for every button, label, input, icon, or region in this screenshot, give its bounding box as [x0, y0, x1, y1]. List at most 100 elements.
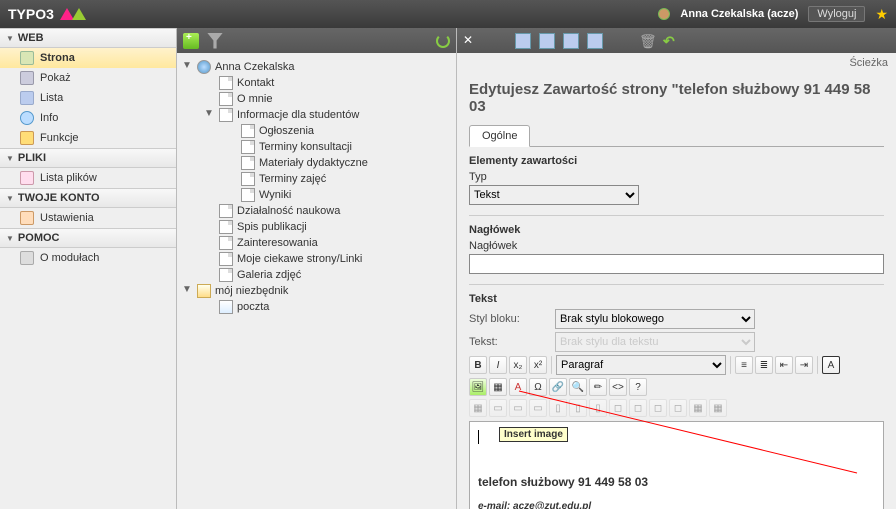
rte-subscript-button[interactable]: x₂: [509, 356, 527, 374]
list-icon: [20, 91, 34, 105]
close-button[interactable]: ✕: [463, 33, 479, 49]
tree-item[interactable]: Zainteresowania: [181, 235, 452, 251]
section-header-title: Nagłówek: [469, 224, 884, 236]
bookmark-star-icon[interactable]: ★: [875, 6, 888, 23]
delete-button[interactable]: 🗑: [639, 33, 655, 49]
rte-col-button[interactable]: ▯: [549, 399, 567, 417]
functions-icon: [20, 131, 34, 145]
rte-split-button[interactable]: ◻: [649, 399, 667, 417]
select-type[interactable]: Tekst: [469, 185, 639, 205]
tree-new-button[interactable]: [183, 33, 199, 49]
page-icon: [20, 51, 34, 65]
rte-inscol-button[interactable]: ▯: [569, 399, 587, 417]
select-textstyle[interactable]: Brak stylu dla tekstu: [555, 332, 755, 352]
tree-item-folder[interactable]: ▼mój niezbędnik: [181, 283, 452, 299]
page-icon: [219, 204, 233, 218]
rte-link-button[interactable]: 🔗: [549, 378, 567, 396]
nav-item-lista[interactable]: Lista: [0, 88, 176, 108]
rte-textbox-button[interactable]: A: [822, 356, 840, 374]
rte-cell-button[interactable]: ◻: [609, 399, 627, 417]
rte-merge-button[interactable]: ◻: [629, 399, 647, 417]
nav-label: Pokaż: [40, 72, 71, 84]
label-textstyle: Tekst:: [469, 336, 549, 348]
page-icon: [219, 92, 233, 106]
tree-filter-button[interactable]: [207, 33, 223, 49]
rte-insrow-button[interactable]: ▭: [509, 399, 527, 417]
rte-table-button[interactable]: ▦: [489, 378, 507, 396]
nav-label: Lista plików: [40, 172, 97, 184]
tree-item[interactable]: Działalność naukowa: [181, 203, 452, 219]
tree-item[interactable]: Ogłoszenia: [181, 123, 452, 139]
nav-item-ustawienia[interactable]: Ustawienia: [0, 208, 176, 228]
rte-row-button[interactable]: ▭: [489, 399, 507, 417]
tab-general[interactable]: Ogólne: [469, 125, 530, 147]
rte-bold-button[interactable]: B: [469, 356, 487, 374]
save-view-button[interactable]: [539, 33, 555, 49]
nav-section-konto[interactable]: TWOJE KONTO: [0, 188, 176, 208]
rte-fontcolor-button[interactable]: A: [509, 378, 527, 396]
tree-item[interactable]: Spis publikacji: [181, 219, 452, 235]
save-button[interactable]: [515, 33, 531, 49]
rte-insertimage-button[interactable]: 🖼: [469, 378, 487, 396]
rte-help-button[interactable]: ?: [629, 378, 647, 396]
rte-superscript-button[interactable]: x²: [529, 356, 547, 374]
brand-text: TYPO3: [8, 6, 54, 22]
nav-item-pokaz[interactable]: Pokaż: [0, 68, 176, 88]
label-blockstyle: Styl bloku:: [469, 313, 549, 325]
rte-delcol-button[interactable]: ▯: [589, 399, 607, 417]
rte-special-button[interactable]: Ω: [529, 378, 547, 396]
text-cursor: [478, 430, 479, 444]
rte-outdent-button[interactable]: ⇤: [775, 356, 793, 374]
rte-clean-button[interactable]: ✏: [589, 378, 607, 396]
rte-source-button[interactable]: <>: [609, 378, 627, 396]
rte-ol-button[interactable]: ≡: [735, 356, 753, 374]
nav-item-funkcje[interactable]: Funkcje: [0, 128, 176, 148]
page-icon: [219, 268, 233, 282]
nav-section-pliki[interactable]: PLIKI: [0, 148, 176, 168]
save-new-button[interactable]: [587, 33, 603, 49]
about-icon: [20, 251, 34, 265]
tree-root[interactable]: ▼Anna Czekalska: [181, 59, 452, 75]
tree-item-folder[interactable]: ▼Informacje dla studentów: [181, 107, 452, 123]
rte-tableedit-button[interactable]: ▦: [469, 399, 487, 417]
rte-ul-button[interactable]: ≣: [755, 356, 773, 374]
rte-b2-button[interactable]: ▦: [709, 399, 727, 417]
link-icon: [219, 300, 233, 314]
tree-item[interactable]: Galeria zdjęć: [181, 267, 452, 283]
tree-item[interactable]: poczta: [181, 299, 452, 315]
tree-item[interactable]: Materiały dydaktyczne: [181, 155, 452, 171]
input-header[interactable]: [469, 254, 884, 274]
rte-cellprop-button[interactable]: ◻: [669, 399, 687, 417]
rte-indent-button[interactable]: ⇥: [795, 356, 813, 374]
nav-item-omod[interactable]: O modułach: [0, 248, 176, 268]
nav-section-pomoc[interactable]: POMOC: [0, 228, 176, 248]
tree-item[interactable]: Terminy konsultacji: [181, 139, 452, 155]
folder-icon: [197, 284, 211, 298]
globe-icon: [197, 60, 211, 74]
tree-item[interactable]: Kontakt: [181, 75, 452, 91]
logout-button[interactable]: Wyloguj: [808, 6, 865, 22]
select-blockformat[interactable]: Paragraf: [556, 355, 726, 375]
nav-item-listplikow[interactable]: Lista plików: [0, 168, 176, 188]
undo-button[interactable]: ↶: [663, 33, 679, 49]
save-close-button[interactable]: [563, 33, 579, 49]
nav-label: Info: [40, 112, 58, 124]
rte-delrow-button[interactable]: ▭: [529, 399, 547, 417]
files-icon: [20, 171, 34, 185]
nav-item-info[interactable]: Info: [0, 108, 176, 128]
separator: [730, 356, 731, 374]
page-icon: [241, 156, 255, 170]
logo-triangle2-icon: [72, 8, 86, 20]
nav-section-web[interactable]: WEB: [0, 28, 176, 48]
rte-b1-button[interactable]: ▦: [689, 399, 707, 417]
rte-find-button[interactable]: 🔍: [569, 378, 587, 396]
tree-refresh-button[interactable]: [436, 34, 450, 48]
nav-item-strona[interactable]: Strona: [0, 48, 176, 68]
tree-item[interactable]: Moje ciekawe strony/Linki: [181, 251, 452, 267]
tree-item[interactable]: O mnie: [181, 91, 452, 107]
nav-label: Lista: [40, 92, 63, 104]
tree-item[interactable]: Terminy zajęć: [181, 171, 452, 187]
rte-italic-button[interactable]: I: [489, 356, 507, 374]
select-blockstyle[interactable]: Brak stylu blokowego: [555, 309, 755, 329]
tree-item[interactable]: Wyniki: [181, 187, 452, 203]
